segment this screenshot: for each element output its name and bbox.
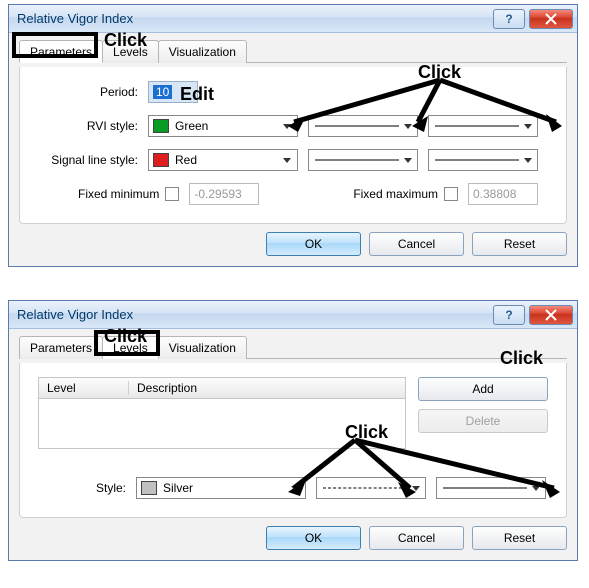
reset-button[interactable]: Reset: [472, 232, 567, 256]
style-color-select[interactable]: Silver: [136, 477, 306, 499]
chevron-down-icon: [404, 124, 412, 129]
dialog-rvi-parameters: Relative Vigor Index ? Parameters Levels…: [8, 4, 578, 267]
delete-button[interactable]: Delete: [418, 409, 548, 433]
fixedmin-checkbox[interactable]: [165, 187, 179, 201]
help-button[interactable]: ?: [493, 9, 525, 29]
tab-levels[interactable]: Levels: [102, 40, 159, 63]
color-swatch-green-icon: [153, 119, 169, 133]
close-button[interactable]: [529, 305, 573, 325]
chevron-down-icon: [283, 124, 291, 129]
titlebar: Relative Vigor Index ?: [9, 301, 577, 329]
ok-button[interactable]: OK: [266, 232, 361, 256]
window-title: Relative Vigor Index: [17, 11, 489, 26]
chevron-down-icon: [532, 486, 540, 491]
tab-parameters[interactable]: Parameters: [19, 40, 103, 63]
dialog-rvi-levels: Relative Vigor Index ? Parameters Levels…: [8, 300, 578, 561]
help-button[interactable]: ?: [493, 305, 525, 325]
period-label: Period:: [38, 85, 138, 99]
fixedmin-label: Fixed minimum: [78, 187, 159, 201]
cancel-button[interactable]: Cancel: [369, 526, 464, 550]
window-title: Relative Vigor Index: [17, 307, 489, 322]
signal-linestyle-select[interactable]: [308, 149, 418, 171]
ok-button[interactable]: OK: [266, 526, 361, 550]
rvi-color-select[interactable]: Green: [148, 115, 298, 137]
tab-parameters[interactable]: Parameters: [19, 336, 103, 359]
tab-visualization[interactable]: Visualization: [158, 40, 247, 63]
col-description: Description: [129, 381, 405, 395]
button-bar: OK Cancel Reset: [19, 526, 567, 550]
titlebar: Relative Vigor Index ?: [9, 5, 577, 33]
close-button[interactable]: [529, 9, 573, 29]
chevron-down-icon: [291, 486, 299, 491]
style-linestyle-select[interactable]: [316, 477, 426, 499]
period-input[interactable]: 10: [148, 81, 198, 103]
chevron-down-icon: [524, 158, 532, 163]
tab-visualization[interactable]: Visualization: [158, 336, 247, 359]
tab-levels[interactable]: Levels: [102, 336, 159, 359]
style-linewidth-select[interactable]: [436, 477, 546, 499]
color-swatch-red-icon: [153, 153, 169, 167]
chevron-down-icon: [412, 486, 420, 491]
chevron-down-icon: [524, 124, 532, 129]
signal-color-select[interactable]: Red: [148, 149, 298, 171]
tabs: Parameters Levels Visualization: [19, 335, 567, 359]
fixedmax-label: Fixed maximum: [353, 187, 438, 201]
tab-content: Period: 10 RVI style: Green: [19, 67, 567, 224]
rvi-linestyle-select[interactable]: [308, 115, 418, 137]
button-bar: OK Cancel Reset: [19, 232, 567, 256]
add-button[interactable]: Add: [418, 377, 548, 401]
reset-button[interactable]: Reset: [472, 526, 567, 550]
fixedmax-input[interactable]: 0.38808: [468, 183, 538, 205]
chevron-down-icon: [283, 158, 291, 163]
style-label: Style:: [38, 481, 126, 495]
style-color-name: Silver: [163, 481, 193, 495]
chevron-down-icon: [404, 158, 412, 163]
fixedmin-input[interactable]: -0.29593: [189, 183, 259, 205]
period-value: 10: [153, 85, 172, 99]
fixedmax-checkbox[interactable]: [444, 187, 458, 201]
signal-color-name: Red: [175, 153, 197, 167]
tab-content: Level Description Add Delete Style: Silv…: [19, 363, 567, 518]
rvi-linewidth-select[interactable]: [428, 115, 538, 137]
tabs: Parameters Levels Visualization: [19, 39, 567, 63]
signal-linewidth-select[interactable]: [428, 149, 538, 171]
col-level: Level: [39, 381, 129, 395]
signal-style-label: Signal line style:: [38, 153, 138, 167]
levels-list-body[interactable]: [38, 399, 406, 449]
cancel-button[interactable]: Cancel: [369, 232, 464, 256]
levels-list-header: Level Description: [38, 377, 406, 399]
rvi-color-name: Green: [175, 119, 208, 133]
color-swatch-silver-icon: [141, 481, 157, 495]
rvi-style-label: RVI style:: [38, 119, 138, 133]
